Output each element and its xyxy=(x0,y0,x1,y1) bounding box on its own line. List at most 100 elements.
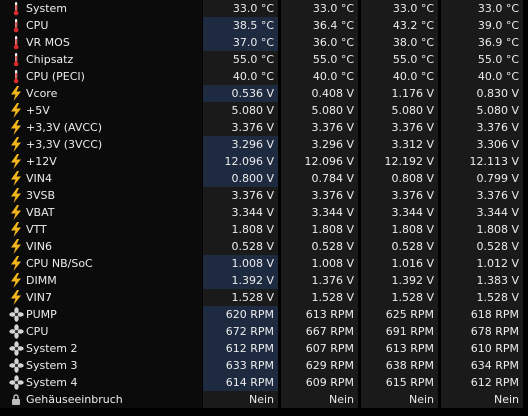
current-value: 0.800 V xyxy=(203,170,278,187)
sensor-row[interactable]: CPU 38.5 °C 36.4 °C 43.2 °C 39.0 °C xyxy=(0,17,528,34)
sensor-row[interactable]: VIN7 1.528 V 1.528 V 1.528 V 1.528 V xyxy=(0,289,528,306)
current-value: 1.808 V xyxy=(203,221,278,238)
sensor-name-cell: VIN4 xyxy=(0,170,202,187)
sensor-label: System 3 xyxy=(26,359,78,372)
lightning-bolt-icon xyxy=(9,290,23,305)
sensor-name-cell: VTT xyxy=(0,221,202,238)
lightning-bolt-icon xyxy=(9,120,23,135)
sensor-label: PUMP xyxy=(26,308,57,321)
minimum-value: 1.808 V xyxy=(281,221,358,238)
sensor-label: +5V xyxy=(26,104,50,117)
maximum-value: 3.312 V xyxy=(361,136,438,153)
minimum-value: 629 RPM xyxy=(281,357,358,374)
sensor-name-cell: CPU NB/SoC xyxy=(0,255,202,272)
current-value: 5.080 V xyxy=(203,102,278,119)
minimum-value: 36.0 °C xyxy=(281,34,358,51)
maximum-value: 3.376 V xyxy=(361,187,438,204)
average-value: 1.383 V xyxy=(441,272,523,289)
sensor-label: +12V xyxy=(26,155,57,168)
minimum-value: 3.376 V xyxy=(281,119,358,136)
maximum-value: 0.528 V xyxy=(361,238,438,255)
sensor-name-cell: CPU xyxy=(0,17,202,34)
minimum-value: 3.376 V xyxy=(281,187,358,204)
sensor-row[interactable]: VIN6 0.528 V 0.528 V 0.528 V 0.528 V xyxy=(0,238,528,255)
sensor-name-cell: +3,3V (AVCC) xyxy=(0,119,202,136)
fan-icon xyxy=(9,324,24,339)
lightning-bolt-icon xyxy=(9,154,23,169)
sensor-row[interactable]: VR MOS 37.0 °C 36.0 °C 38.0 °C 36.9 °C xyxy=(0,34,528,51)
average-value: 0.799 V xyxy=(441,170,523,187)
maximum-value: 33.0 °C xyxy=(361,0,438,17)
sensor-label: VR MOS xyxy=(26,36,70,49)
sensor-row[interactable]: Vcore 0.536 V 0.408 V 1.176 V 0.830 V xyxy=(0,85,528,102)
sensor-row[interactable]: CPU (PECI) 40.0 °C 40.0 °C 40.0 °C 40.0 °C xyxy=(0,68,528,85)
maximum-value: 55.0 °C xyxy=(361,51,438,68)
sensor-label: VTT xyxy=(26,223,47,236)
lightning-bolt-icon xyxy=(9,188,23,203)
sensor-row[interactable]: System 2 612 RPM 607 RPM 613 RPM 610 RPM xyxy=(0,340,528,357)
sensor-row[interactable]: +3,3V (3VCC) 3.296 V 3.296 V 3.312 V 3.306 V xyxy=(0,136,528,153)
maximum-value: 1.392 V xyxy=(361,272,438,289)
sensor-row[interactable]: +3,3V (AVCC) 3.376 V 3.376 V 3.376 V 3.376 V xyxy=(0,119,528,136)
sensor-row[interactable]: +5V 5.080 V 5.080 V 5.080 V 5.080 V xyxy=(0,102,528,119)
maximum-value: 5.080 V xyxy=(361,102,438,119)
maximum-value: 1.016 V xyxy=(361,255,438,272)
maximum-value: 3.344 V xyxy=(361,204,438,221)
current-value: 38.5 °C xyxy=(203,17,278,34)
average-value: 12.113 V xyxy=(441,153,523,170)
lightning-bolt-icon xyxy=(9,86,23,101)
sensor-row[interactable]: System 4 614 RPM 609 RPM 615 RPM 612 RPM xyxy=(0,374,528,391)
sensor-name-cell: PUMP xyxy=(0,306,202,323)
current-value: 0.536 V xyxy=(203,85,278,102)
sensor-row[interactable]: Chipsatz 55.0 °C 55.0 °C 55.0 °C 55.0 °C xyxy=(0,51,528,68)
minimum-value: 613 RPM xyxy=(281,306,358,323)
average-value: 1.012 V xyxy=(441,255,523,272)
lock-icon xyxy=(9,392,23,407)
sensor-label: +3,3V (3VCC) xyxy=(26,138,103,151)
average-value: 36.9 °C xyxy=(441,34,523,51)
fan-icon xyxy=(9,358,24,373)
sensor-name-cell: DIMM xyxy=(0,272,202,289)
maximum-value: 3.376 V xyxy=(361,119,438,136)
sensor-name-cell: +3,3V (3VCC) xyxy=(0,136,202,153)
sensor-label: CPU NB/SoC xyxy=(26,257,93,270)
sensor-name-cell: System xyxy=(0,0,202,17)
average-value: 3.376 V xyxy=(441,187,523,204)
maximum-value: 0.808 V xyxy=(361,170,438,187)
minimum-value: 0.528 V xyxy=(281,238,358,255)
sensor-label: CPU xyxy=(26,19,49,32)
sensor-row[interactable]: CPU 672 RPM 667 RPM 691 RPM 678 RPM xyxy=(0,323,528,340)
current-value: 37.0 °C xyxy=(203,34,278,51)
sensor-row[interactable]: 3VSB 3.376 V 3.376 V 3.376 V 3.376 V xyxy=(0,187,528,204)
sensor-row[interactable]: DIMM 1.392 V 1.376 V 1.392 V 1.383 V xyxy=(0,272,528,289)
sensor-row[interactable]: VBAT 3.344 V 3.344 V 3.344 V 3.344 V xyxy=(0,204,528,221)
minimum-value: 607 RPM xyxy=(281,340,358,357)
thermometer-icon xyxy=(9,69,23,84)
minimum-value: 609 RPM xyxy=(281,374,358,391)
maximum-value: 43.2 °C xyxy=(361,17,438,34)
average-value: 39.0 °C xyxy=(441,17,523,34)
sensor-name-cell: Gehäuseeinbruch xyxy=(0,391,202,408)
sensor-label: CPU (PECI) xyxy=(26,70,85,83)
sensor-row[interactable]: VTT 1.808 V 1.808 V 1.808 V 1.808 V xyxy=(0,221,528,238)
average-value: 33.0 °C xyxy=(441,0,523,17)
maximum-value: 1.808 V xyxy=(361,221,438,238)
lightning-bolt-icon xyxy=(9,256,23,271)
sensor-row[interactable]: CPU NB/SoC 1.008 V 1.008 V 1.016 V 1.012 V xyxy=(0,255,528,272)
sensor-label: Chipsatz xyxy=(26,53,74,66)
sensor-label: Gehäuseeinbruch xyxy=(26,393,123,406)
sensor-name-cell: VR MOS xyxy=(0,34,202,51)
lightning-bolt-icon xyxy=(9,137,23,152)
sensor-row[interactable]: VIN4 0.800 V 0.784 V 0.808 V 0.799 V xyxy=(0,170,528,187)
sensor-row[interactable]: System 33.0 °C 33.0 °C 33.0 °C 33.0 °C xyxy=(0,0,528,17)
current-value: 672 RPM xyxy=(203,323,278,340)
sensor-label: System 4 xyxy=(26,376,78,389)
sensor-row[interactable]: +12V 12.096 V 12.096 V 12.192 V 12.113 V xyxy=(0,153,528,170)
sensor-row[interactable]: PUMP 620 RPM 613 RPM 625 RPM 618 RPM xyxy=(0,306,528,323)
sensor-label: System 2 xyxy=(26,342,78,355)
sensor-name-cell: VIN7 xyxy=(0,289,202,306)
sensor-row[interactable]: System 3 633 RPM 629 RPM 638 RPM 634 RPM xyxy=(0,357,528,374)
maximum-value: 1.528 V xyxy=(361,289,438,306)
sensor-row[interactable]: Gehäuseeinbruch Nein Nein Nein Nein xyxy=(0,391,528,408)
average-value: 678 RPM xyxy=(441,323,523,340)
